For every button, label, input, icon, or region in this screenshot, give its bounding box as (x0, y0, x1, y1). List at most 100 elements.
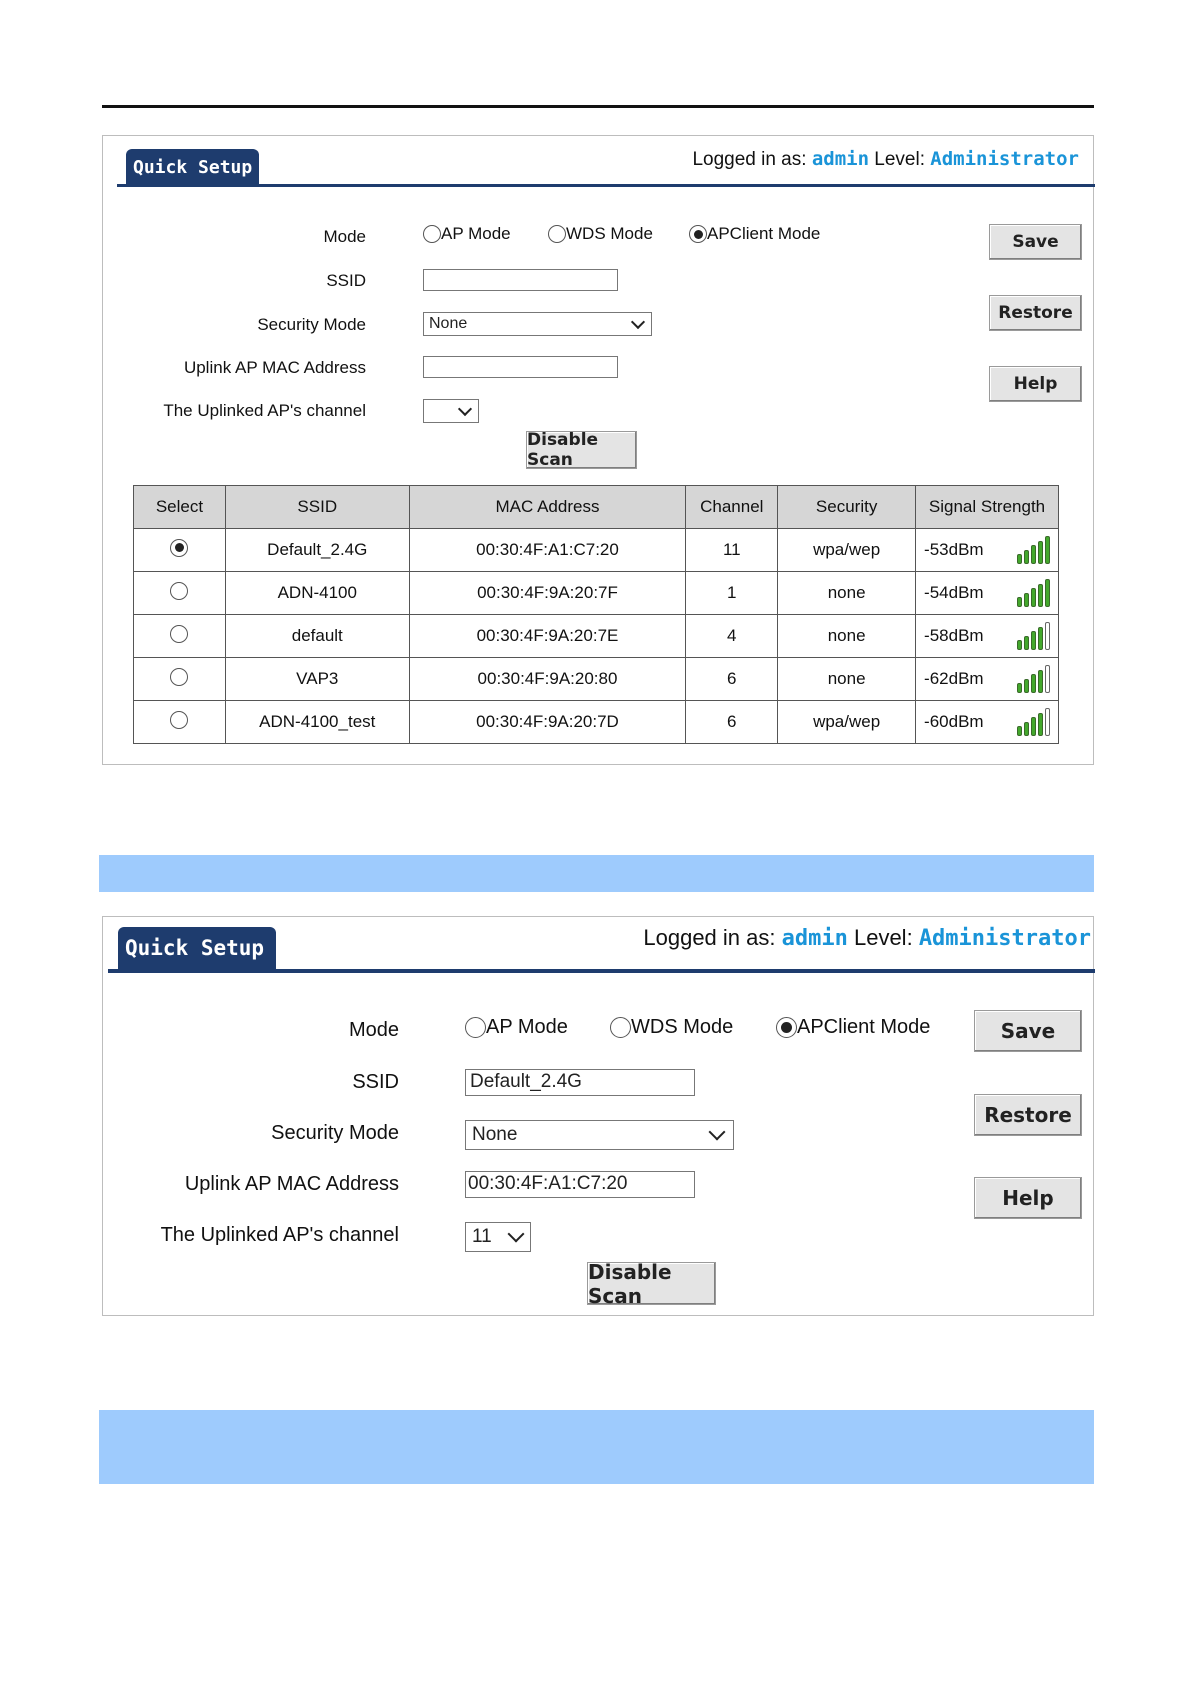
radio-circle[interactable] (548, 225, 566, 243)
table-header-row: Select SSID MAC Address Channel Security… (133, 485, 1059, 529)
ssid-input[interactable]: Default_2.4G (465, 1069, 695, 1096)
radio-circle[interactable] (465, 1017, 486, 1038)
signal-value: -62dBm (924, 669, 984, 688)
signal-bar (1017, 683, 1022, 693)
mode-radio-wds[interactable]: WDS Mode (548, 224, 689, 244)
uplink-channel-label: The Uplinked AP's channel (160, 1224, 399, 1246)
uplink-mac-input[interactable] (423, 356, 618, 378)
mode-radio-group: AP Mode WDS Mode APClient Mode (465, 1016, 930, 1039)
chevron-down-icon (630, 314, 646, 329)
uplink-channel-value: 11 (472, 1226, 492, 1247)
signal-bar (1045, 622, 1050, 650)
mode-radio-apclient[interactable]: APClient Mode (776, 1016, 930, 1039)
chevron-down-icon (708, 1123, 726, 1141)
disable-scan-button[interactable]: Disable Scan (526, 430, 637, 470)
column-header-channel: Channel (685, 485, 779, 529)
row-radio-selected[interactable] (170, 538, 189, 557)
uplink-channel-select[interactable]: 11 (465, 1222, 531, 1252)
radio-circle[interactable] (610, 1017, 631, 1038)
save-button[interactable]: Save (989, 224, 1082, 260)
security-mode-select[interactable]: None (423, 312, 652, 336)
security-mode-value: None (472, 1124, 518, 1145)
uplink-mac-input[interactable]: 00:30:4F:A1:C7:20 (465, 1171, 695, 1198)
ssid-input[interactable] (423, 269, 618, 291)
signal-cell: -60dBm (915, 700, 1059, 744)
column-header-select: Select (133, 485, 226, 529)
signal-bar (1045, 665, 1050, 693)
signal-cell: -58dBm (915, 614, 1059, 658)
ssid-cell: ADN-4100_test (224, 700, 410, 744)
save-button[interactable]: Save (974, 1010, 1082, 1052)
select-radio-cell[interactable] (133, 528, 226, 572)
row-radio[interactable] (170, 667, 189, 686)
signal-bar (1031, 631, 1036, 650)
restore-button[interactable]: Restore (989, 295, 1082, 331)
login-info: Logged in as: admin Level: Administrator (692, 148, 1079, 171)
table-row[interactable]: ADN-4100_test 00:30:4F:9A:20:7D 6 wpa/wep -6… (133, 700, 1059, 744)
login-level-label: Level: (853, 925, 913, 950)
mode-radio-group: AP Mode WDS Mode APClient Mode (423, 224, 820, 244)
quick-setup-tab[interactable]: Quick Setup (126, 149, 259, 184)
column-header-signal: Signal Strength (915, 485, 1059, 529)
signal-bar (1024, 721, 1029, 736)
login-level: Administrator (918, 926, 1091, 951)
select-radio-cell[interactable] (133, 614, 226, 658)
radio-circle-selected[interactable] (776, 1017, 797, 1038)
signal-bar (1045, 579, 1050, 607)
signal-value: -54dBm (924, 583, 984, 602)
security-cell: none (777, 657, 917, 701)
security-cell: none (777, 614, 917, 658)
row-radio[interactable] (170, 624, 189, 643)
mode-radio-apclient[interactable]: APClient Mode (689, 224, 820, 244)
mode-radio-wds[interactable]: WDS Mode (610, 1016, 776, 1039)
mode-option-label: APClient Mode (797, 1016, 931, 1038)
ssid-label: SSID (326, 271, 366, 290)
signal-bar (1024, 592, 1029, 607)
signal-bar (1017, 726, 1022, 736)
signal-value: -53dBm (924, 540, 984, 559)
row-radio[interactable] (170, 710, 189, 729)
security-mode-select[interactable]: None (465, 1120, 734, 1150)
uplink-channel-select[interactable] (423, 399, 479, 423)
login-prefix: Logged in as: (692, 149, 807, 170)
signal-value: -58dBm (924, 626, 984, 645)
chevron-down-icon (457, 401, 473, 416)
table-row[interactable]: ADN-4100 00:30:4F:9A:20:7F 1 none -54dBm (133, 571, 1059, 615)
channel-cell: 6 (685, 700, 779, 744)
table-row[interactable]: VAP3 00:30:4F:9A:20:80 6 none -62dBm (133, 657, 1059, 701)
quick-setup-tab[interactable]: Quick Setup (118, 927, 276, 969)
signal-value: -60dBm (924, 712, 984, 731)
mode-radio-ap[interactable]: AP Mode (465, 1016, 610, 1039)
security-mode-value: None (429, 315, 468, 332)
radio-circle[interactable] (423, 225, 441, 243)
login-user: admin (811, 148, 870, 170)
uplink-mac-label: Uplink AP MAC Address (184, 1173, 399, 1195)
help-button[interactable]: Help (989, 366, 1082, 402)
ssid-cell: VAP3 (224, 657, 410, 701)
restore-button[interactable]: Restore (974, 1094, 1082, 1136)
signal-bar (1017, 640, 1022, 650)
select-radio-cell[interactable] (133, 657, 226, 701)
login-user: admin (781, 926, 848, 951)
radio-circle-selected[interactable] (689, 225, 707, 243)
signal-bars-icon (1017, 708, 1050, 736)
disable-scan-button[interactable]: Disable Scan (587, 1260, 716, 1308)
mac-cell: 00:30:4F:9A:20:7E (408, 614, 687, 658)
signal-bar (1038, 540, 1043, 564)
signal-bar (1038, 583, 1043, 607)
signal-bar (1024, 549, 1029, 564)
table-row[interactable]: Default_2.4G 00:30:4F:A1:C7:20 11 wpa/wep -5… (133, 528, 1059, 572)
select-radio-cell[interactable] (133, 571, 226, 615)
security-mode-label: Security Mode (271, 1122, 399, 1144)
row-radio[interactable] (170, 581, 189, 600)
tab-underline (117, 184, 1095, 187)
table-row[interactable]: default 00:30:4F:9A:20:7E 4 none -58dBm (133, 614, 1059, 658)
login-level-label: Level: (874, 149, 925, 170)
select-radio-cell[interactable] (133, 700, 226, 744)
signal-cell: -62dBm (915, 657, 1059, 701)
column-header-security: Security (777, 485, 917, 529)
login-prefix: Logged in as: (643, 925, 776, 950)
mode-radio-ap[interactable]: AP Mode (423, 224, 548, 244)
help-button[interactable]: Help (974, 1177, 1082, 1219)
mode-option-label: APClient Mode (707, 224, 821, 243)
